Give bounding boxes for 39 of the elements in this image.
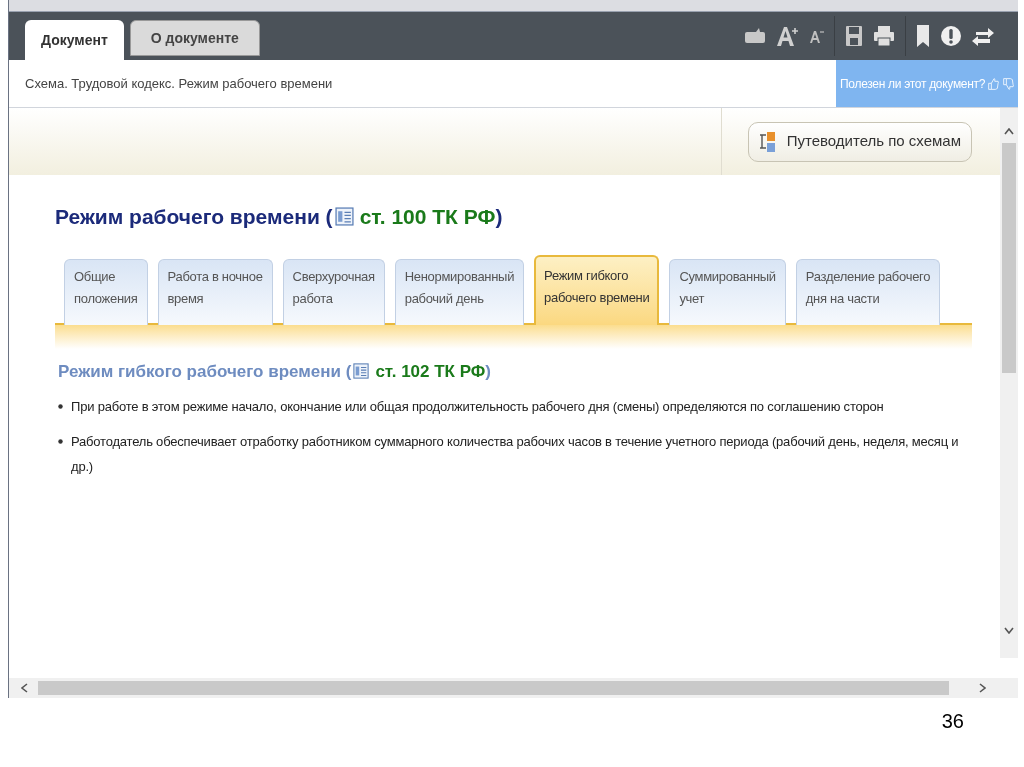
save-icon[interactable] <box>845 25 863 47</box>
bullet-text: Работодатель обеспечивает отработку работником суммарного количества рабочих часов в течение учетного периода (рабочий день, неделя, месяц и др.) <box>71 433 960 476</box>
bullet-icon <box>58 404 63 409</box>
speech-bubble-icon[interactable] <box>744 28 766 44</box>
section-tab[interactable]: Разделение рабочего дня на части <box>795 258 941 325</box>
scroll-right-icon[interactable] <box>979 683 986 693</box>
section-tab[interactable]: Ненормированный рабочий день <box>394 258 525 325</box>
document-tab[interactable]: О документе <box>129 20 260 56</box>
bullet-icon <box>58 439 63 444</box>
document-tab[interactable]: Документ <box>25 20 124 60</box>
bullet-text: При работе в этом режиме начало, окончание или общая продолжительность рабочего дня (смены) определяются по соглашению сторон <box>71 398 884 416</box>
font-decrease-icon[interactable] <box>810 29 824 43</box>
scroll-up-icon[interactable] <box>1004 128 1014 135</box>
slide-number: 36 <box>941 709 964 734</box>
swap-arrows-icon[interactable] <box>972 26 994 46</box>
guide-button[interactable]: Путеводитель по схемам <box>747 121 972 162</box>
bookmark-icon[interactable] <box>916 24 930 48</box>
scroll-thumb[interactable] <box>38 681 949 695</box>
breadcrumb: Схема. Трудовой кодекс. Режим рабочего времени <box>24 74 333 93</box>
section-tab[interactable]: Режим гибкого рабочего времени <box>534 254 660 325</box>
section-tab[interactable]: Суммированный учет <box>669 258 786 325</box>
section-heading: Режим гибкого рабочего времени ( ст. 102 ТК РФ) <box>58 358 1000 384</box>
section-tab[interactable]: Работа в ночное время <box>157 258 273 325</box>
page-heading: Режим рабочего времени ( ст. 100 ТК РФ) <box>55 201 1000 233</box>
scroll-thumb[interactable] <box>1002 143 1016 373</box>
exclamation-icon[interactable] <box>940 25 962 47</box>
vertical-scrollbar[interactable] <box>1000 108 1018 658</box>
print-icon[interactable] <box>873 25 895 47</box>
section-tab[interactable]: Сверхурочная работа <box>282 258 385 325</box>
article-link[interactable]: ст. 100 ТК РФ <box>359 201 496 233</box>
document-icon <box>334 207 354 227</box>
scroll-down-icon[interactable] <box>1004 627 1014 634</box>
article-link[interactable]: ст. 102 ТК РФ <box>375 358 486 384</box>
font-increase-icon[interactable] <box>776 25 800 47</box>
scroll-left-icon[interactable] <box>21 683 28 693</box>
document-icon <box>353 363 370 380</box>
section-tab[interactable]: Общие положения <box>64 258 148 325</box>
horizontal-scrollbar[interactable] <box>9 678 1018 698</box>
feedback-question: Полезен ли этот документ? <box>840 75 986 93</box>
